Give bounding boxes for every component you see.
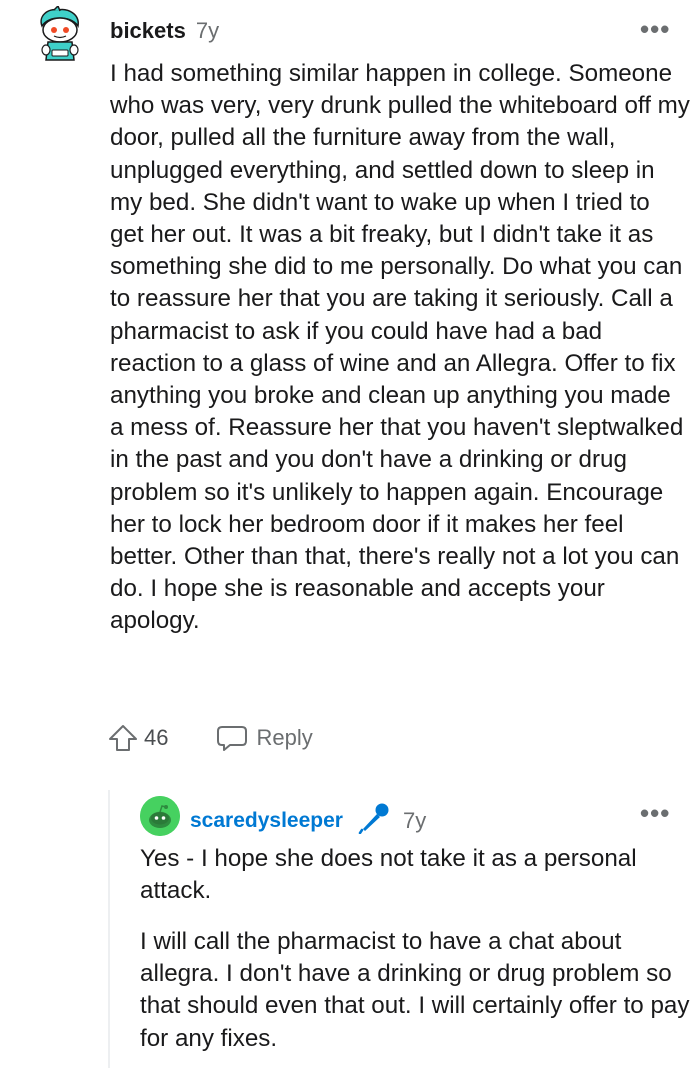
thread-line[interactable] bbox=[108, 790, 110, 1068]
reply-label: Reply bbox=[256, 725, 313, 750]
comment-body: I had something similar happen in colleg… bbox=[110, 60, 690, 635]
comment-age: 7y bbox=[402, 807, 427, 833]
comment-actions: 46 Reply bbox=[108, 724, 313, 752]
comment-author[interactable]: scaredysleeper bbox=[190, 809, 343, 833]
user-avatar[interactable] bbox=[34, 6, 84, 64]
comment-meta: bickets 7y bbox=[110, 18, 219, 44]
comment-body-paragraph: I will call the pharmacist to have a cha… bbox=[140, 928, 690, 1052]
reply-button[interactable]: Reply bbox=[216, 724, 313, 752]
more-options-icon[interactable]: ••• bbox=[640, 800, 670, 826]
more-options-icon[interactable]: ••• bbox=[640, 16, 670, 42]
vote-score: 46 bbox=[144, 725, 169, 750]
reddit-snoo-avatar-icon bbox=[40, 6, 79, 61]
comment-age: 7y bbox=[195, 18, 220, 43]
reddit-snoo-avatar-icon bbox=[140, 796, 180, 836]
microphone-icon bbox=[357, 802, 391, 839]
comment-body-paragraph: Yes - I hope she does not take it as a p… bbox=[140, 845, 637, 905]
upvote-button[interactable] bbox=[108, 724, 138, 752]
upvote-arrow-icon bbox=[109, 725, 137, 751]
comment-author[interactable]: bickets bbox=[110, 18, 186, 44]
comment-meta: scaredysleeper 7y bbox=[190, 802, 426, 839]
speech-bubble-icon bbox=[217, 726, 248, 751]
user-avatar[interactable] bbox=[140, 796, 180, 836]
